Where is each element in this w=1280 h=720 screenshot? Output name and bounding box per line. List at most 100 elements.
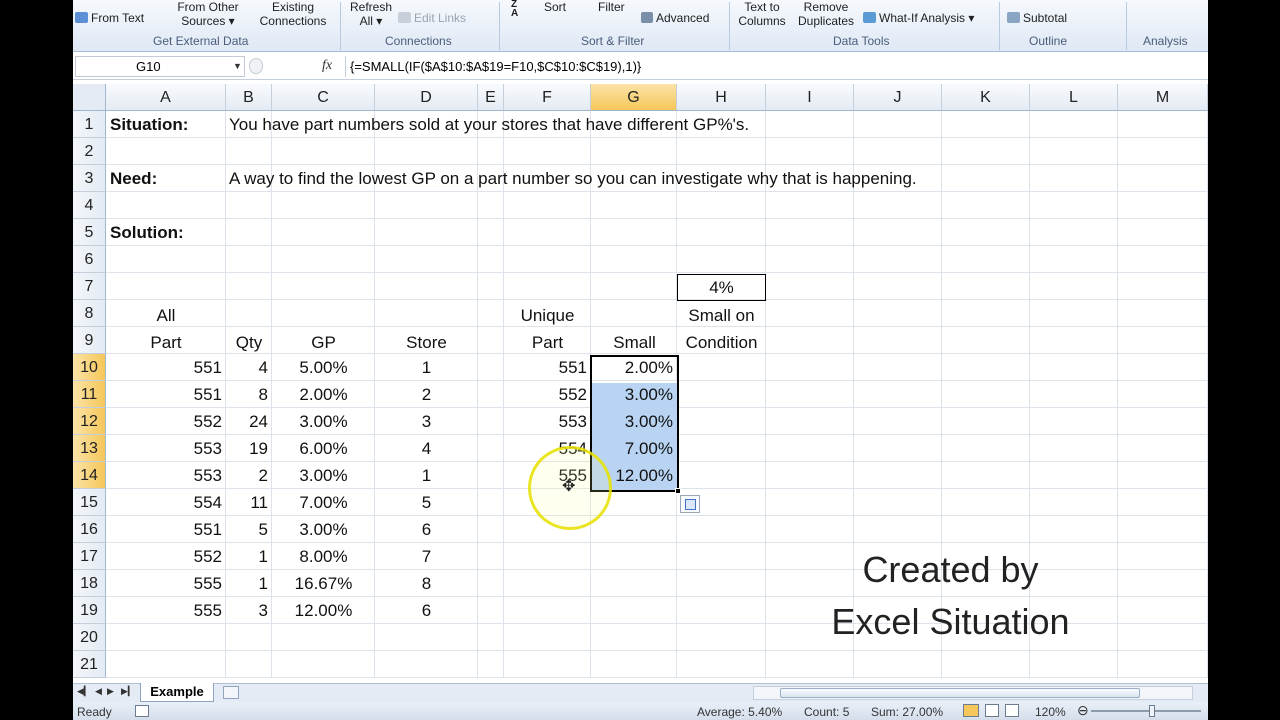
from-text-button[interactable]: From Text — [75, 11, 144, 25]
cell-store[interactable]: 5 — [375, 489, 478, 516]
cell-gp[interactable]: 12.00% — [272, 597, 375, 624]
cell-store[interactable]: 1 — [375, 462, 478, 489]
cell-store[interactable]: 4 — [375, 435, 478, 462]
advanced-filter-button[interactable]: Advanced — [641, 11, 709, 25]
row-header-6[interactable]: 6 — [73, 246, 106, 273]
cell-gp[interactable]: 16.67% — [272, 570, 375, 597]
sort-az-icon[interactable]: ZA — [511, 0, 518, 19]
edit-links-button[interactable]: Edit Links — [398, 11, 466, 25]
row-header-4[interactable]: 4 — [73, 192, 106, 219]
cell-qty[interactable]: 11 — [226, 489, 272, 516]
scrollbar-thumb[interactable] — [780, 688, 1140, 698]
row-header-18[interactable]: 18 — [73, 570, 106, 597]
cell-unique-part[interactable]: 553 — [504, 408, 591, 435]
select-all-corner[interactable] — [73, 84, 106, 111]
remove-duplicates-button[interactable]: Remove Duplicates — [793, 0, 859, 28]
cell-qty[interactable]: 1 — [226, 570, 272, 597]
fx-icon[interactable]: fx — [322, 58, 332, 74]
row-header-8[interactable]: 8 — [73, 300, 106, 327]
cell-gp[interactable]: 8.00% — [272, 543, 375, 570]
column-header-b[interactable]: B — [226, 84, 272, 111]
row-header-9[interactable]: 9 — [73, 327, 106, 354]
cell-gp[interactable]: 7.00% — [272, 489, 375, 516]
cell-qty[interactable]: 8 — [226, 381, 272, 408]
worksheet-grid[interactable]: ABCDEFGHIJKLM 1 2 3 4 5 6 7 8 9 10 11 12 13 14 15 16 17 1… — [73, 84, 1208, 684]
row-header-16[interactable]: 16 — [73, 516, 106, 543]
cell-store[interactable]: 2 — [375, 381, 478, 408]
refresh-all-button[interactable]: Refresh All ▾ — [343, 0, 399, 28]
row-header-10[interactable]: 10 — [73, 354, 106, 381]
column-header-g[interactable]: G — [591, 84, 677, 111]
from-other-sources-button[interactable]: From Other Sources ▾ — [171, 0, 245, 28]
column-header-d[interactable]: D — [375, 84, 478, 111]
row-header-11[interactable]: 11 — [73, 381, 106, 408]
row-header-5[interactable]: 5 — [73, 219, 106, 246]
row-header-2[interactable]: 2 — [73, 138, 106, 165]
zoom-level[interactable]: 120% — [1035, 705, 1066, 719]
column-header-f[interactable]: F — [504, 84, 591, 111]
cell-gp[interactable]: 2.00% — [272, 381, 375, 408]
cell-qty[interactable]: 24 — [226, 408, 272, 435]
page-layout-icon[interactable] — [985, 704, 999, 717]
column-header-l[interactable]: L — [1030, 84, 1118, 111]
cell-part[interactable]: 555 — [106, 597, 226, 624]
first-sheet-icon[interactable]: ◀▎ — [77, 686, 91, 697]
row-header-20[interactable]: 20 — [73, 624, 106, 651]
horizontal-scrollbar[interactable] — [753, 686, 1193, 700]
row-header-1[interactable]: 1 — [73, 111, 106, 138]
macro-record-icon[interactable] — [135, 705, 149, 717]
cell-part[interactable]: 554 — [106, 489, 226, 516]
formula-cancel-button[interactable] — [249, 58, 263, 74]
filter-button[interactable]: Filter — [598, 0, 625, 14]
cell-store[interactable]: 8 — [375, 570, 478, 597]
column-header-a[interactable]: A — [106, 84, 226, 111]
cell-part[interactable]: 551 — [106, 516, 226, 543]
cell-part[interactable]: 551 — [106, 354, 226, 381]
normal-view-icon[interactable] — [963, 704, 979, 717]
row-header-17[interactable]: 17 — [73, 543, 106, 570]
cell-store[interactable]: 6 — [375, 516, 478, 543]
column-header-h[interactable]: H — [677, 84, 766, 111]
last-sheet-icon[interactable]: ▶▎ — [121, 686, 135, 697]
column-header-c[interactable]: C — [272, 84, 375, 111]
cell-qty[interactable]: 1 — [226, 543, 272, 570]
name-box[interactable]: G10 — [75, 56, 245, 77]
formula-input[interactable]: {=SMALL(IF($A$10:$A$19=F10,$C$10:$C$19),… — [345, 56, 1205, 77]
row-header-7[interactable]: 7 — [73, 273, 106, 300]
new-sheet-icon[interactable] — [223, 686, 239, 699]
column-header-m[interactable]: M — [1118, 84, 1208, 111]
cell-qty[interactable]: 19 — [226, 435, 272, 462]
text-to-columns-button[interactable]: Text to Columns — [733, 0, 791, 28]
row-header-3[interactable]: 3 — [73, 165, 106, 192]
cell-store[interactable]: 6 — [375, 597, 478, 624]
next-sheet-icon[interactable]: ▶ — [107, 686, 114, 697]
row-header-15[interactable]: 15 — [73, 489, 106, 516]
zoom-slider[interactable] — [1091, 705, 1201, 717]
cell-gp[interactable]: 3.00% — [272, 462, 375, 489]
subtotal-button[interactable]: Subtotal — [1007, 11, 1067, 25]
chevron-down-icon[interactable]: ▼ — [233, 61, 242, 71]
cell-gp[interactable]: 3.00% — [272, 408, 375, 435]
sort-button[interactable]: Sort — [544, 0, 566, 14]
row-header-21[interactable]: 21 — [73, 651, 106, 678]
cell-qty[interactable]: 2 — [226, 462, 272, 489]
cell-qty[interactable]: 5 — [226, 516, 272, 543]
cell-part[interactable]: 552 — [106, 408, 226, 435]
cell-qty[interactable]: 3 — [226, 597, 272, 624]
zoom-slider-thumb[interactable] — [1149, 705, 1155, 717]
row-header-19[interactable]: 19 — [73, 597, 106, 624]
row-header-14[interactable]: 14 — [73, 462, 106, 489]
cell-part[interactable]: 552 — [106, 543, 226, 570]
cell-part[interactable]: 553 — [106, 435, 226, 462]
prev-sheet-icon[interactable]: ◀ — [95, 686, 102, 697]
cell-part[interactable]: 551 — [106, 381, 226, 408]
cell-gp[interactable]: 5.00% — [272, 354, 375, 381]
row-header-12[interactable]: 12 — [73, 408, 106, 435]
zoom-out-icon[interactable]: ⊖ — [1077, 702, 1089, 719]
sheet-tab-example[interactable]: Example — [140, 683, 214, 702]
fill-handle[interactable] — [675, 488, 681, 494]
cell-store[interactable]: 7 — [375, 543, 478, 570]
cell-store[interactable]: 3 — [375, 408, 478, 435]
column-header-e[interactable]: E — [478, 84, 504, 111]
cell-qty[interactable]: 4 — [226, 354, 272, 381]
